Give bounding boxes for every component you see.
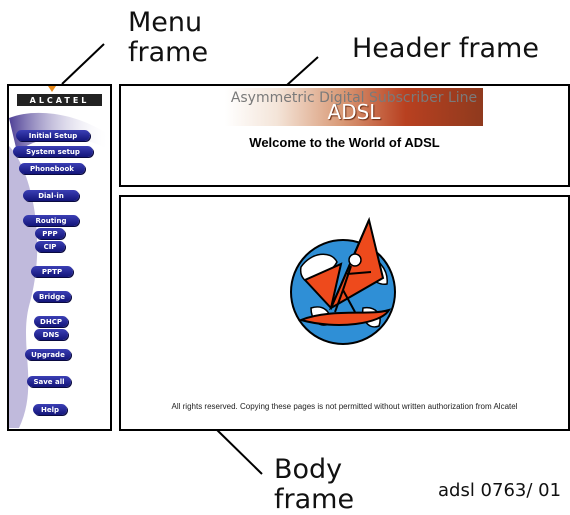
menu-ppp-button[interactable]: PPP: [35, 228, 65, 239]
body-frame: All rights reserved. Copying these pages…: [119, 195, 570, 431]
alcatel-logo: ALCATEL: [17, 94, 102, 106]
menu-cip-button[interactable]: CIP: [35, 241, 65, 252]
menu-bridge-button[interactable]: Bridge: [33, 291, 71, 302]
menu-frame: ALCATEL Initial Setup System setup Phonebo…: [7, 84, 112, 431]
menu-routing-button[interactable]: Routing: [23, 215, 79, 226]
body-leader-line: [213, 426, 263, 475]
menu-system-setup-button[interactable]: System setup: [13, 146, 93, 157]
welcome-heading: Welcome to the World of ADSL: [249, 135, 440, 150]
banner-title: ADSL: [327, 100, 381, 124]
menu-dial-in-button[interactable]: Dial-in: [23, 190, 79, 201]
menu-pptp-button[interactable]: PPTP: [31, 266, 73, 277]
menu-initial-setup-button[interactable]: Initial Setup: [16, 130, 90, 141]
menu-upgrade-button[interactable]: Upgrade: [25, 349, 71, 360]
alcatel-logo-mark-icon: [48, 86, 56, 92]
windsurfer-globe-icon: [290, 216, 396, 345]
menu-save-all-button[interactable]: Save all: [27, 376, 71, 387]
menu-help-button[interactable]: Help: [33, 404, 67, 415]
header-leader-line: [286, 56, 319, 86]
menu-phonebook-button[interactable]: Phonebook: [19, 163, 85, 174]
menu-dhcp-button[interactable]: DHCP: [34, 316, 68, 327]
header-frame: Asymmetric Digital Subscriber Line ADSL …: [119, 84, 570, 187]
copyright-notice: All rights reserved. Copying these pages…: [171, 402, 518, 411]
adsl-banner: Asymmetric Digital Subscriber Line ADSL: [225, 88, 483, 126]
menu-leader-line: [61, 43, 105, 85]
menu-dns-button[interactable]: DNS: [34, 329, 68, 340]
